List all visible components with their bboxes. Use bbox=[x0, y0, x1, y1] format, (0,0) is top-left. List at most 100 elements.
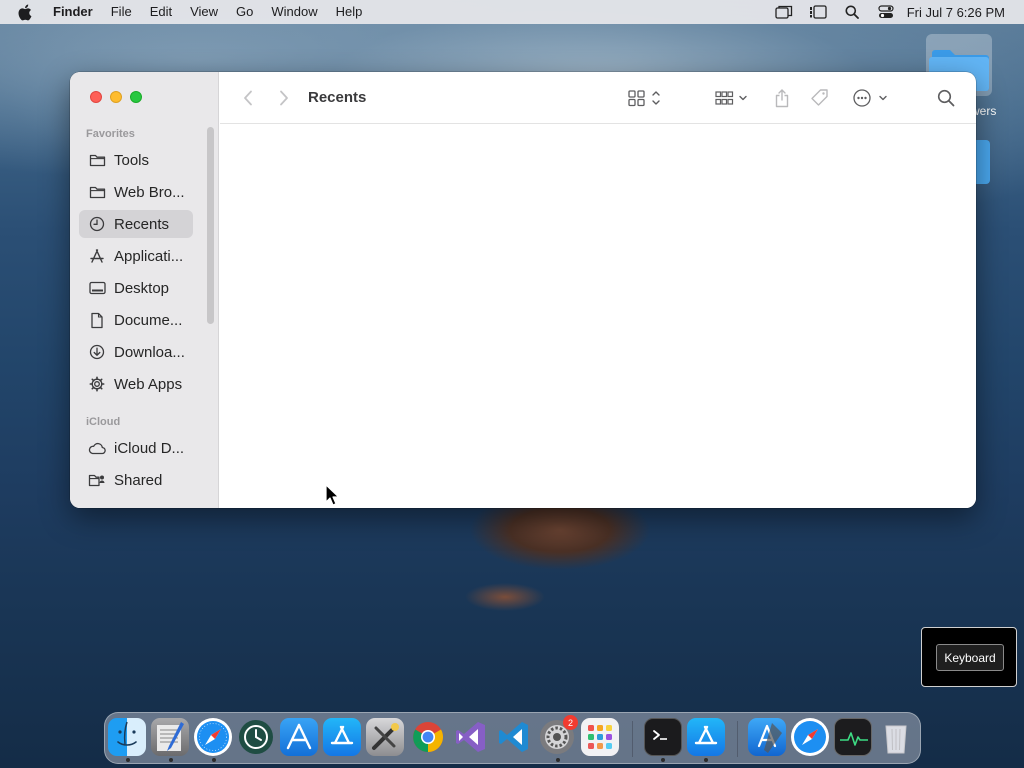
dock-finder-icon[interactable] bbox=[108, 718, 146, 756]
sidebar-item-label: Recents bbox=[114, 215, 170, 233]
chevron-left-icon bbox=[244, 90, 252, 106]
window-toolbar: Recents bbox=[220, 72, 976, 124]
sidebar-item-label: Docume... bbox=[114, 311, 183, 329]
dock-system-toolkit-icon[interactable] bbox=[366, 718, 404, 756]
menu-view[interactable]: View bbox=[181, 0, 227, 24]
sidebar-item-web-apps[interactable]: Web Apps bbox=[79, 370, 193, 398]
sidebar-item-downloads[interactable]: Downloa... bbox=[79, 338, 193, 366]
keyboard-button[interactable]: Keyboard bbox=[936, 644, 1004, 671]
dock-separator bbox=[632, 721, 633, 757]
sidebar-item-icloud-drive[interactable]: iCloud D... bbox=[79, 434, 193, 462]
spotlight-search-icon[interactable] bbox=[835, 5, 869, 19]
clock-icon bbox=[88, 215, 106, 233]
sidebar: Favorites Tools Web Bro... Recents Appli… bbox=[70, 72, 219, 508]
sidebar-item-label: Shared bbox=[114, 471, 163, 489]
zoom-window-button[interactable] bbox=[130, 91, 142, 103]
menu-clock[interactable]: Fri Jul 7 6:26 PM bbox=[903, 5, 1024, 20]
search-icon bbox=[937, 89, 955, 107]
dock-xcode-icon[interactable] bbox=[748, 718, 786, 756]
dock: 2 bbox=[104, 712, 921, 764]
dock-launchpad-icon[interactable] bbox=[581, 718, 619, 756]
group-grid-icon bbox=[715, 91, 747, 105]
sidebar-item-tools[interactable]: Tools bbox=[79, 146, 193, 174]
close-window-button[interactable] bbox=[90, 91, 102, 103]
dock-separator bbox=[737, 721, 738, 757]
search-button[interactable] bbox=[934, 86, 958, 110]
dock-script-editor-icon[interactable] bbox=[151, 718, 189, 756]
menu-go[interactable]: Go bbox=[227, 0, 262, 24]
sidebar-item-recents[interactable]: Recents bbox=[79, 210, 193, 238]
dock-app-store-icon[interactable] bbox=[687, 718, 725, 756]
running-indicator bbox=[169, 758, 173, 762]
sidebar-item-shared[interactable]: Shared bbox=[79, 466, 193, 494]
sidebar-item-label: Tools bbox=[114, 151, 150, 169]
menu-edit[interactable]: Edit bbox=[141, 0, 181, 24]
sidebar-item-label: iCloud D... bbox=[114, 439, 185, 457]
dock-instruments-icon[interactable] bbox=[280, 718, 318, 756]
sidebar-item-web-browsers[interactable]: Web Bro... bbox=[79, 178, 193, 206]
group-by-button[interactable] bbox=[714, 86, 754, 110]
apple-menu-icon[interactable] bbox=[17, 4, 39, 21]
cloud-icon bbox=[88, 439, 106, 457]
running-indicator bbox=[126, 758, 130, 762]
folder-icon bbox=[88, 183, 106, 201]
folder-icon bbox=[88, 151, 106, 169]
finder-window: Favorites Tools Web Bro... Recents Appli… bbox=[70, 72, 976, 508]
menu-window[interactable]: Window bbox=[262, 0, 326, 24]
sidebar-item-label: Web Bro... bbox=[114, 183, 185, 201]
file-content-area[interactable] bbox=[220, 125, 976, 508]
dock-safari-icon[interactable] bbox=[791, 718, 829, 756]
control-center-icon[interactable] bbox=[869, 5, 903, 19]
desktop-icon bbox=[88, 279, 106, 297]
document-icon bbox=[88, 311, 106, 329]
menu-app-name[interactable]: Finder bbox=[43, 0, 102, 24]
dock-vscode-icon[interactable] bbox=[495, 718, 533, 756]
sidebar-item-label: Downloa... bbox=[114, 343, 185, 361]
sidebar-item-label: Desktop bbox=[114, 279, 170, 297]
notification-badge: 2 bbox=[563, 715, 578, 730]
running-indicator bbox=[212, 758, 216, 762]
shared-folder-icon bbox=[88, 471, 106, 489]
dock-chrome-icon[interactable] bbox=[409, 718, 447, 756]
dock-time-machine-icon[interactable] bbox=[237, 718, 275, 756]
stage-manager-icon[interactable] bbox=[801, 5, 835, 19]
sidebar-item-applications[interactable]: Applicati... bbox=[79, 242, 193, 270]
share-button[interactable] bbox=[770, 86, 794, 110]
dock-visual-studio-icon[interactable] bbox=[452, 718, 490, 756]
dock-trash-icon[interactable] bbox=[877, 718, 915, 756]
keyboard-panel: Keyboard bbox=[921, 627, 1017, 687]
view-mode-button[interactable] bbox=[626, 86, 664, 110]
applications-icon bbox=[88, 247, 106, 265]
running-indicator bbox=[704, 758, 708, 762]
minimize-window-button[interactable] bbox=[110, 91, 122, 103]
mouse-cursor-icon bbox=[325, 484, 340, 511]
sidebar-item-label: Web Apps bbox=[114, 375, 183, 393]
dock-safari-icon[interactable] bbox=[194, 718, 232, 756]
share-icon bbox=[775, 89, 789, 108]
menu-file[interactable]: File bbox=[102, 0, 141, 24]
ellipsis-circle-icon bbox=[853, 89, 887, 107]
dock-activity-monitor-icon[interactable] bbox=[834, 718, 872, 756]
tag-icon bbox=[811, 89, 828, 106]
sidebar-section-favorites: Favorites bbox=[86, 128, 135, 140]
screen-mirroring-icon[interactable] bbox=[767, 5, 801, 19]
sidebar-scrollbar[interactable] bbox=[207, 127, 214, 324]
download-icon bbox=[88, 343, 106, 361]
sidebar-item-label: Applicati... bbox=[114, 247, 184, 265]
menu-bar: Finder File Edit View Go Window Help Fri… bbox=[0, 0, 1024, 24]
window-controls bbox=[90, 91, 142, 103]
forward-button[interactable] bbox=[272, 86, 296, 110]
tag-button[interactable] bbox=[808, 86, 832, 110]
sidebar-section-icloud: iCloud bbox=[86, 416, 121, 428]
sidebar-item-documents[interactable]: Docume... bbox=[79, 306, 193, 334]
window-title: Recents bbox=[308, 89, 367, 106]
running-indicator bbox=[661, 758, 665, 762]
back-button[interactable] bbox=[236, 86, 260, 110]
more-actions-button[interactable] bbox=[852, 86, 890, 110]
dock-app-store-icon[interactable] bbox=[323, 718, 361, 756]
dock-terminal-icon[interactable] bbox=[644, 718, 682, 756]
menu-help[interactable]: Help bbox=[327, 0, 372, 24]
gear-icon bbox=[88, 375, 106, 393]
running-indicator bbox=[556, 758, 560, 762]
sidebar-item-desktop[interactable]: Desktop bbox=[79, 274, 193, 302]
